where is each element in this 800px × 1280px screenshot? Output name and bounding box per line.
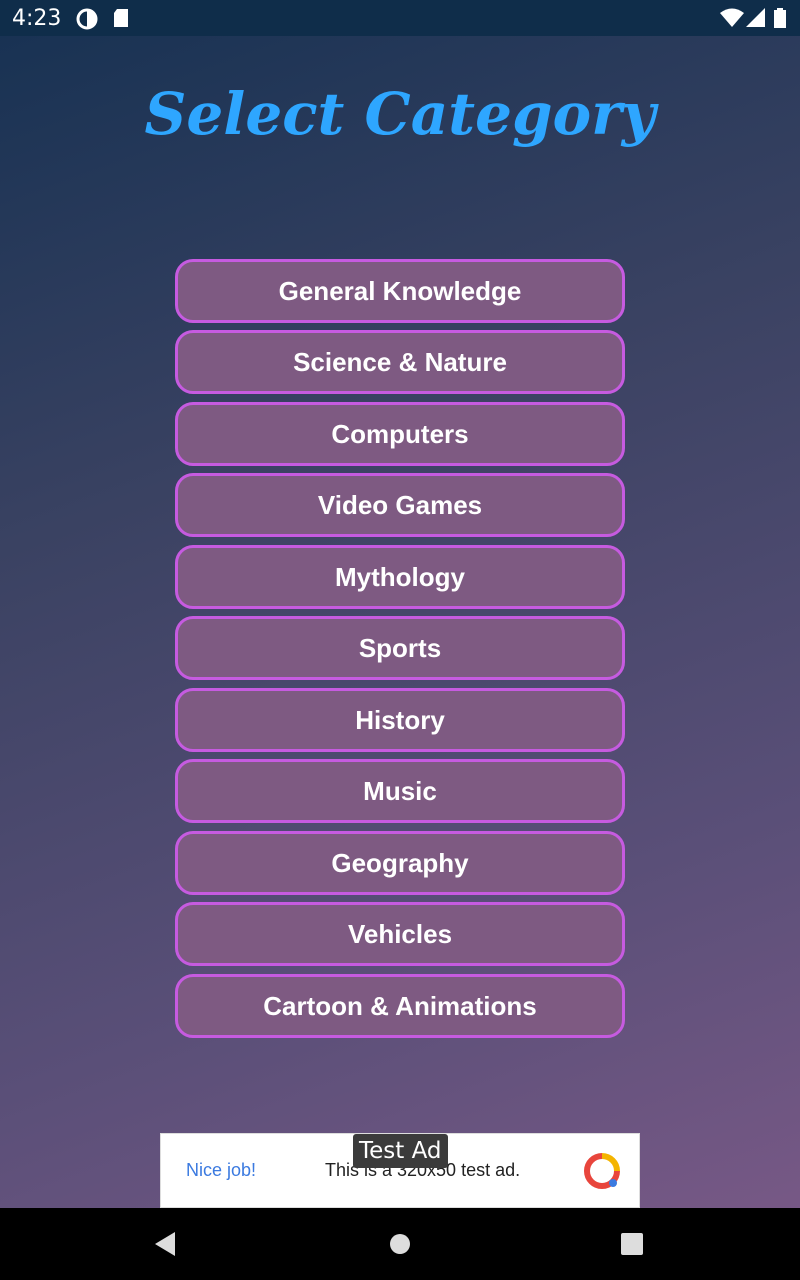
ad-logo-icon bbox=[583, 1152, 621, 1195]
data-saver-icon bbox=[76, 8, 98, 35]
back-icon[interactable] bbox=[153, 1232, 177, 1261]
category-button-science-nature[interactable]: Science & Nature bbox=[175, 330, 625, 394]
status-bar: 4:23 bbox=[0, 0, 800, 36]
category-button-sports[interactable]: Sports bbox=[175, 616, 625, 680]
status-time: 4:23 bbox=[12, 6, 62, 31]
category-button-video-games[interactable]: Video Games bbox=[175, 473, 625, 537]
ad-headline: Nice job! bbox=[186, 1160, 257, 1180]
navigation-bar bbox=[0, 1208, 800, 1280]
test-ad-label: Test Ad bbox=[353, 1134, 448, 1168]
category-button-history[interactable]: History bbox=[175, 688, 625, 752]
battery-icon bbox=[774, 8, 786, 33]
category-button-geography[interactable]: Geography bbox=[175, 831, 625, 895]
home-icon[interactable] bbox=[389, 1233, 411, 1260]
recents-icon[interactable] bbox=[621, 1233, 643, 1260]
category-button-general-knowledge[interactable]: General Knowledge bbox=[175, 259, 625, 323]
category-button-mythology[interactable]: Mythology bbox=[175, 545, 625, 609]
sd-card-icon bbox=[112, 8, 130, 33]
signal-icon bbox=[746, 8, 766, 33]
category-button-cartoon-animations[interactable]: Cartoon & Animations bbox=[175, 974, 625, 1038]
category-button-vehicles[interactable]: Vehicles bbox=[175, 902, 625, 966]
category-button-computers[interactable]: Computers bbox=[175, 402, 625, 466]
wifi-icon bbox=[720, 8, 744, 33]
page-title: Select Category bbox=[144, 80, 656, 148]
category-button-music[interactable]: Music bbox=[175, 759, 625, 823]
